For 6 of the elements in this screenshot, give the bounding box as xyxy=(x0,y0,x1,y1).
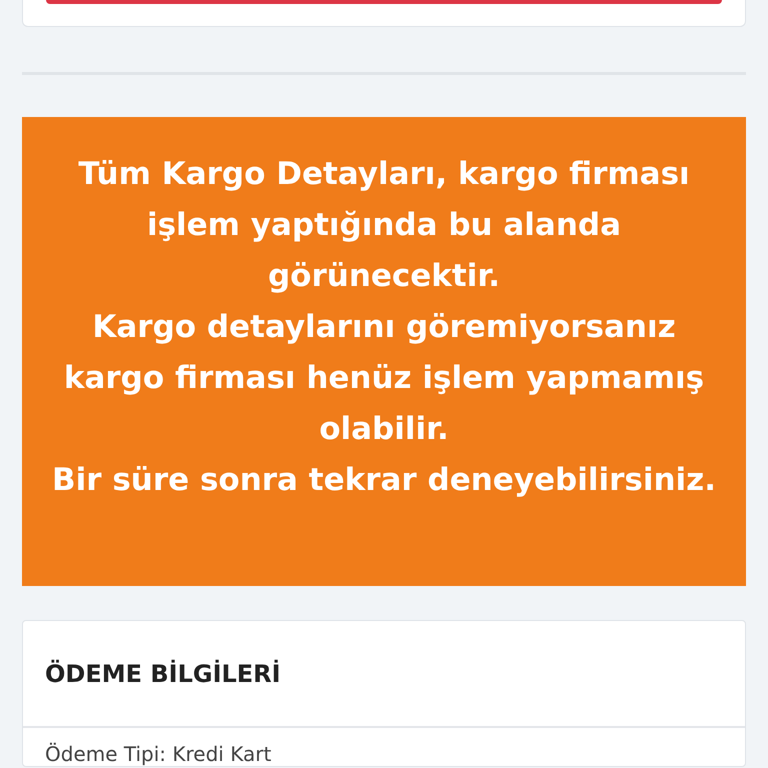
notice-text: Tüm Kargo Detayları, kargo firması işlem yaptığında bu alanda görünecektir. xyxy=(77,155,691,296)
notice-text: Kargo detaylarını göremiyorsanız kargo firması henüz işlem yapmamış olabilir. xyxy=(62,308,706,449)
payment-info: Ödeme Tipi: Kredi Kart xyxy=(45,742,272,766)
notice-text: Bir süre sonra tekrar deneyebilirsiniz. xyxy=(52,461,716,500)
card-title: ÖDEME BİLGİLERİ xyxy=(45,660,281,688)
action-button[interactable] xyxy=(46,0,722,4)
